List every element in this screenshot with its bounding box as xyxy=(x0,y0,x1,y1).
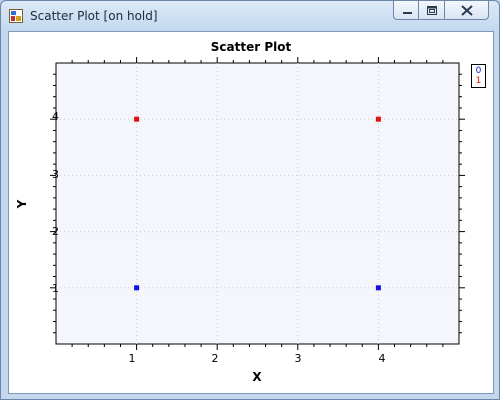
y-tick-label: 3 xyxy=(52,168,59,181)
plot-area[interactable] xyxy=(55,62,460,345)
maximize-button[interactable] xyxy=(419,1,445,20)
plot-svg xyxy=(50,57,465,350)
window-title: Scatter Plot [on hold] xyxy=(30,9,158,23)
minimize-icon xyxy=(403,12,412,14)
legend-entry: 1 xyxy=(475,76,482,86)
y-axis-label: Y xyxy=(15,199,29,209)
title-bar[interactable]: Scatter Plot [on hold] xyxy=(1,1,499,31)
app-window: Scatter Plot [on hold] Scatter Plot 1 2 … xyxy=(0,0,500,400)
close-icon xyxy=(461,5,473,16)
x-tick-label: 2 xyxy=(211,352,219,365)
x-tick-label: 4 xyxy=(378,352,386,365)
legend: 0 1 xyxy=(471,64,486,88)
chart-panel: Scatter Plot 1 2 3 4 1 2 3 4 X Y 0 1 xyxy=(8,31,494,394)
data-point xyxy=(375,285,381,291)
y-tick-label: 1 xyxy=(52,282,59,295)
data-point xyxy=(134,285,140,291)
data-point xyxy=(134,116,140,122)
y-tick-label: 2 xyxy=(52,225,59,238)
x-axis-label: X xyxy=(252,370,262,384)
y-tick-label: 4 xyxy=(52,110,59,123)
chart-app-icon xyxy=(9,9,23,23)
x-tick-label: 3 xyxy=(294,352,302,365)
close-button[interactable] xyxy=(445,1,489,20)
minimize-button[interactable] xyxy=(393,1,419,20)
x-tick-label: 1 xyxy=(128,352,136,365)
legend-entry: 0 xyxy=(475,66,482,76)
data-point xyxy=(375,116,381,122)
maximize-icon xyxy=(427,6,437,15)
